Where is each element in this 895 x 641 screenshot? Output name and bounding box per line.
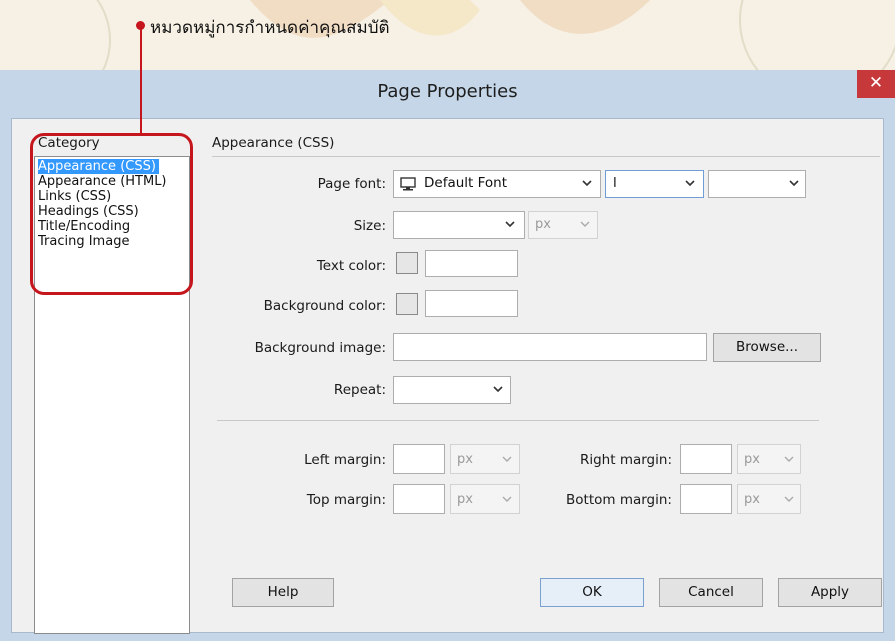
help-button[interactable]: Help <box>232 578 334 607</box>
top-margin-unit: px <box>457 492 473 507</box>
font-style-select[interactable]: l <box>605 170 704 198</box>
right-margin-label: Right margin: <box>579 452 672 468</box>
left-margin-unit-select[interactable]: px <box>450 444 520 474</box>
section-title: Appearance (CSS) <box>212 135 335 151</box>
chevron-down-icon <box>502 456 512 462</box>
chevron-down-icon <box>789 180 799 187</box>
top-margin-input[interactable] <box>393 484 445 514</box>
monitor-icon <box>400 177 416 191</box>
bottom-margin-unit-select[interactable]: px <box>737 484 801 514</box>
chevron-down-icon <box>505 221 515 228</box>
left-margin-input[interactable] <box>393 444 445 474</box>
right-margin-unit: px <box>744 452 760 467</box>
font-style-value: l <box>613 175 617 191</box>
chevron-down-icon <box>685 180 695 187</box>
chevron-down-icon <box>784 456 794 462</box>
text-color-input[interactable] <box>425 250 518 277</box>
section-divider <box>212 156 880 157</box>
font-weight-select[interactable] <box>708 170 806 198</box>
annotation-dot <box>136 21 145 30</box>
size-unit-select[interactable]: px <box>528 211 598 239</box>
chevron-down-icon <box>502 496 512 502</box>
bottom-margin-input[interactable] <box>680 484 732 514</box>
background-image-input[interactable] <box>393 333 707 361</box>
right-margin-unit-select[interactable]: px <box>737 444 801 474</box>
background-image-label: Background image: <box>254 340 386 356</box>
chevron-down-icon <box>582 180 592 187</box>
browse-button[interactable]: Browse... <box>713 333 821 362</box>
dialog-title: Page Properties <box>377 81 518 102</box>
annotation-label: หมวดหมู่การกำหนดค่าคุณสมบัติ <box>150 18 390 38</box>
close-icon: ✕ <box>868 73 884 93</box>
background-color-label: Background color: <box>263 298 386 314</box>
bottom-margin-label: Bottom margin: <box>566 492 672 508</box>
annotation-pointer-line <box>140 25 142 133</box>
top-margin-label: Top margin: <box>306 492 386 508</box>
ok-button[interactable]: OK <box>540 578 644 607</box>
right-margin-input[interactable] <box>680 444 732 474</box>
repeat-select[interactable] <box>393 376 511 404</box>
cancel-button[interactable]: Cancel <box>659 578 763 607</box>
margins-divider <box>217 420 819 421</box>
bottom-margin-unit: px <box>744 492 760 507</box>
size-label: Size: <box>353 218 386 234</box>
background-color-input[interactable] <box>425 290 518 317</box>
page-font-label: Page font: <box>317 176 386 192</box>
chevron-down-icon <box>580 221 590 227</box>
close-button[interactable]: ✕ <box>857 70 895 98</box>
left-margin-unit: px <box>457 452 473 467</box>
size-select[interactable] <box>393 211 525 239</box>
text-color-label: Text color: <box>316 258 386 274</box>
left-margin-label: Left margin: <box>304 452 386 468</box>
background-color-picker[interactable] <box>396 293 418 315</box>
page-font-select[interactable]: Default Font <box>393 170 601 198</box>
category-highlight-box <box>30 133 193 295</box>
top-margin-unit-select[interactable]: px <box>450 484 520 514</box>
chevron-down-icon <box>493 386 503 393</box>
repeat-label: Repeat: <box>333 382 386 398</box>
title-bar[interactable]: Page Properties ✕ <box>0 70 895 118</box>
text-color-picker[interactable] <box>396 252 418 274</box>
chevron-down-icon <box>784 496 794 502</box>
size-unit-value: px <box>535 217 551 232</box>
apply-button[interactable]: Apply <box>778 578 882 607</box>
page-font-value: Default Font <box>424 175 508 191</box>
